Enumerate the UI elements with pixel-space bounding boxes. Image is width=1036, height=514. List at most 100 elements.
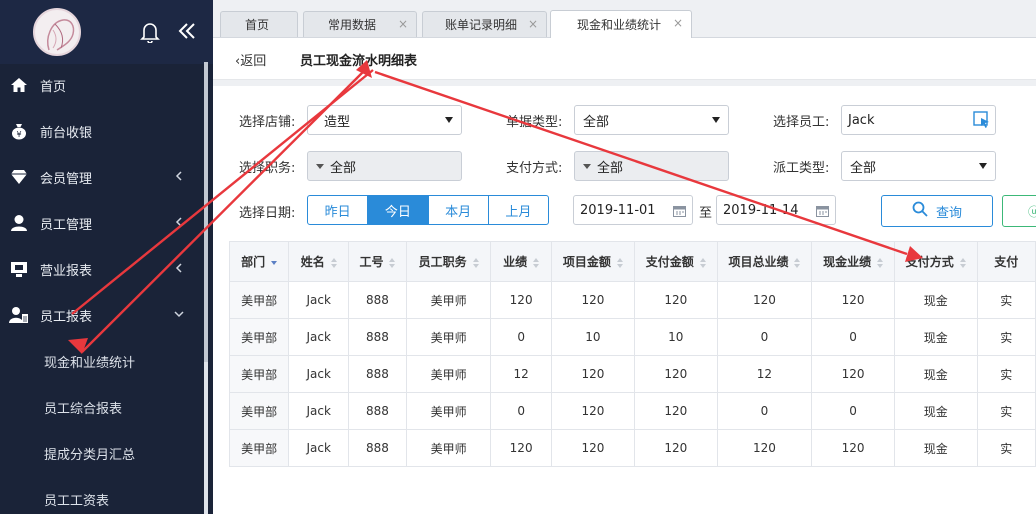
table-cell: Jack — [288, 318, 350, 356]
date-to-input[interactable]: 2019-11-14 — [716, 195, 836, 225]
user-icon — [9, 213, 29, 233]
col-header[interactable]: 部门 — [228, 241, 290, 282]
data-table: 部门 姓名 工号 员工职务 业绩 项目金额 支付金额 项目总业绩 现金业绩 支付… — [228, 241, 1036, 467]
sort-icon[interactable] — [959, 257, 966, 268]
tab-label: 常用数据 — [328, 18, 377, 32]
sidebar-item-cashier[interactable]: ¥ 前台收银 — [0, 108, 213, 154]
table-cell: 888 — [348, 281, 407, 319]
table-cell: 现金 — [894, 281, 978, 319]
table-cell: 120 — [550, 429, 635, 467]
collapse-icon[interactable] — [176, 20, 198, 42]
col-header-label: 项目总业绩 — [728, 255, 789, 269]
table-cell: Jack — [288, 355, 350, 393]
table-row[interactable]: 美甲部 Jack 888 美甲师 120 120 120 120 120 现金实 — [228, 281, 1036, 319]
quick-date-this-month[interactable]: 本月 — [429, 196, 489, 224]
sort-desc-icon[interactable] — [271, 258, 278, 268]
col-header[interactable]: 业绩 — [490, 241, 552, 282]
close-icon[interactable]: × — [673, 16, 683, 30]
table-cell: 120 — [633, 392, 718, 430]
table-cell: 美甲部 — [228, 281, 290, 319]
sort-icon[interactable] — [699, 257, 706, 268]
position-label: 选择职务: — [239, 161, 296, 176]
sidebar-item-label: 会员管理 — [40, 171, 93, 187]
calendar-icon[interactable] — [673, 205, 686, 217]
table-cell: 实 — [976, 355, 1036, 393]
table-cell: 120 — [550, 392, 635, 430]
sidebar-item-staff-report[interactable]: 员工报表 — [0, 292, 213, 338]
search-icon — [912, 201, 928, 221]
quick-date-last-month[interactable]: 上月 — [489, 196, 548, 224]
home-icon — [9, 75, 29, 95]
sort-icon[interactable] — [794, 257, 801, 268]
sidebar-item-home[interactable]: 首页 — [0, 62, 213, 108]
table-row[interactable]: 美甲部 Jack 888 美甲师 120 120 120 120 120 现金实 — [228, 429, 1036, 467]
table-cell: 12 — [490, 355, 552, 393]
col-header[interactable]: 项目金额 — [550, 241, 635, 282]
sort-icon[interactable] — [616, 257, 623, 268]
position-select[interactable]: 全部 — [307, 151, 462, 181]
date-label: 选择日期: — [239, 206, 296, 221]
sidebar-subitem-payroll[interactable]: 员工工资表 — [0, 476, 213, 514]
col-header[interactable]: 支付方式 — [894, 241, 978, 282]
sort-icon[interactable] — [472, 257, 479, 268]
dispatch-select[interactable]: 全部 — [841, 151, 996, 181]
quick-date-yesterday[interactable]: 昨日 — [308, 196, 369, 224]
tab-cash-performance[interactable]: 现金和业绩统计 × — [550, 10, 692, 38]
store-select[interactable]: 造型 — [307, 105, 462, 135]
table-cell: 120 — [550, 281, 635, 319]
col-header[interactable]: 姓名 — [288, 241, 350, 282]
dispatch-label: 派工类型: — [773, 161, 830, 176]
avatar[interactable] — [33, 8, 81, 56]
sort-icon[interactable] — [877, 257, 884, 268]
col-header[interactable]: 支付 — [976, 241, 1036, 282]
col-header[interactable]: 项目总业绩 — [716, 241, 813, 282]
table-cell: 120 — [490, 281, 552, 319]
bell-icon[interactable] — [140, 21, 160, 44]
chevron-left-icon — [173, 170, 185, 182]
col-header-label: 员工职务 — [418, 255, 467, 269]
table-cell: Jack — [288, 281, 350, 319]
close-icon[interactable]: × — [398, 17, 408, 31]
pick-employee-icon[interactable] — [973, 111, 991, 133]
sidebar-item-label: 营业报表 — [40, 263, 93, 279]
table-cell: 120 — [633, 429, 718, 467]
sidebar-subitem-commission-monthly[interactable]: 提成分类月汇总 — [0, 430, 213, 476]
query-button[interactable]: 查询 — [881, 195, 993, 227]
quick-date-today[interactable]: 今日 — [368, 196, 429, 224]
back-button[interactable]: ‹返回 — [235, 50, 266, 69]
close-icon[interactable]: × — [528, 17, 538, 31]
col-header-label: 业绩 — [503, 255, 528, 269]
calendar-icon[interactable] — [816, 205, 829, 217]
sidebar-item-staff[interactable]: 员工管理 — [0, 200, 213, 246]
sort-icon[interactable] — [389, 257, 396, 268]
tab-common-data[interactable]: 常用数据 × — [303, 11, 417, 37]
table-row[interactable]: 美甲部 Jack 888 美甲师 0 10 10 0 0 现金实 — [228, 318, 1036, 356]
col-header[interactable]: 工号 — [348, 241, 407, 282]
sidebar-scrollbar-thumb[interactable] — [204, 62, 208, 362]
table-cell: 0 — [811, 318, 896, 356]
sidebar-subitem-staff-summary[interactable]: 员工综合报表 — [0, 384, 213, 430]
table-cell: 实 — [976, 318, 1036, 356]
employee-input[interactable]: Jack — [841, 105, 996, 135]
table-row[interactable]: 美甲部 Jack 888 美甲师 0 120 120 0 0 现金实 — [228, 392, 1036, 430]
tab-bill-records[interactable]: 账单记录明细 × — [422, 11, 547, 37]
payment-select[interactable]: 全部 — [574, 151, 729, 181]
col-header[interactable]: 现金业绩 — [811, 241, 896, 282]
sort-icon[interactable] — [330, 257, 337, 268]
tab-home[interactable]: 首页 — [220, 11, 298, 37]
date-from-input[interactable]: 2019-11-01 — [573, 195, 693, 225]
sidebar-subitem-cash-performance[interactable]: 现金和业绩统计 — [0, 338, 213, 384]
table-cell: 美甲师 — [405, 392, 492, 430]
diamond-icon — [9, 167, 29, 187]
bill-type-select[interactable]: 全部 — [574, 105, 729, 135]
tab-bar: 首页 常用数据 × 账单记录明细 × 现金和业绩统计 × — [213, 0, 1036, 38]
table-row[interactable]: 美甲部 Jack 888 美甲师 12 120 120 12 120 现金实 — [228, 355, 1036, 393]
table-cell: 10 — [550, 318, 635, 356]
dispatch-value: 全部 — [850, 160, 877, 176]
sidebar-item-members[interactable]: 会员管理 — [0, 154, 213, 200]
export-button[interactable]: ⓤ — [1002, 195, 1036, 227]
sort-icon[interactable] — [533, 257, 540, 268]
col-header[interactable]: 支付金额 — [633, 241, 718, 282]
sidebar-item-business-report[interactable]: 营业报表 — [0, 246, 213, 292]
col-header[interactable]: 员工职务 — [405, 241, 492, 282]
